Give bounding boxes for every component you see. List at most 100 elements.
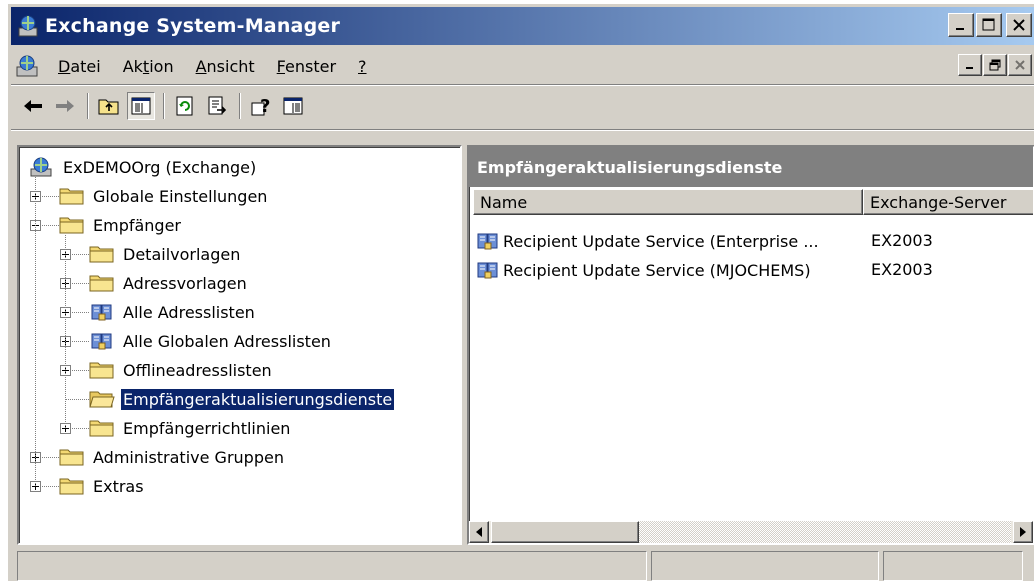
tree-node-label: Adressvorlagen (123, 273, 247, 293)
back-button[interactable] (19, 92, 47, 120)
console-tree[interactable]: ExDEMOOrg (Exchange) Globale Einstellunge… (17, 145, 462, 545)
column-header-name[interactable]: Name (473, 189, 863, 215)
status-panel-main (17, 551, 647, 581)
tree-connector (65, 235, 66, 428)
details-header: Empfängeraktualisierungsdienste (469, 147, 1033, 187)
folder-icon (59, 188, 84, 205)
refresh-button[interactable] (171, 92, 199, 120)
tree-node[interactable]: Alle Adresslisten (89, 298, 257, 326)
column-header-server-label: Exchange-Server (870, 192, 1007, 212)
recipient-update-service-icon (477, 262, 498, 279)
tree-node[interactable]: ExDEMOOrg (Exchange) (29, 153, 258, 181)
back-arrow-icon (24, 100, 42, 112)
forward-button[interactable] (51, 92, 79, 120)
forward-arrow-icon (56, 100, 74, 112)
tree-node-label: Empfänger (93, 215, 182, 235)
menu-label: Datei (58, 56, 101, 76)
menu-label: Ansicht (195, 56, 255, 76)
close-button[interactable] (1006, 13, 1032, 37)
open-folder-icon (89, 391, 115, 408)
title-bar[interactable]: Exchange System-Manager (11, 7, 1034, 45)
menu-fenster[interactable]: Fenster (266, 57, 347, 76)
refresh-icon (176, 96, 193, 116)
mmc-document-icon[interactable] (15, 53, 41, 79)
tree-connector (35, 177, 36, 486)
folder-icon (59, 217, 84, 234)
minimize-icon (966, 67, 973, 69)
restore-icon (989, 59, 1001, 71)
toolbar: ? (11, 87, 1034, 125)
menu-label: ? (358, 56, 367, 76)
list-item-name: Recipient Update Service (MJOCHEMS) (503, 260, 811, 280)
help-icon: ? (251, 96, 270, 117)
help-button[interactable]: ? (247, 92, 275, 120)
toolbar-separator (87, 93, 89, 119)
export-list-button[interactable] (203, 92, 231, 120)
tree-node[interactable]: Empfänger (59, 211, 183, 239)
minimize-button[interactable] (948, 13, 974, 37)
scroll-track[interactable] (639, 521, 1011, 543)
status-panel-2 (651, 551, 879, 581)
close-icon (1015, 60, 1025, 70)
tree-node[interactable]: Empfängeraktualisierungsdienste (89, 385, 396, 413)
up-folder-icon (98, 99, 119, 115)
folder-icon (89, 420, 114, 437)
exchange-app-icon (18, 15, 38, 37)
menu-ansicht[interactable]: Ansicht (185, 57, 266, 76)
maximize-icon (982, 18, 995, 31)
tree-node[interactable]: Globale Einstellungen (59, 182, 269, 210)
exchange-org-icon (30, 157, 52, 177)
tree-node[interactable]: Adressvorlagen (89, 269, 249, 297)
child-restore-button[interactable] (983, 54, 1007, 76)
address-list-icon (91, 304, 112, 321)
folder-icon (89, 362, 114, 379)
scroll-right-button[interactable] (1013, 521, 1033, 543)
tree-node[interactable]: Detailvorlagen (89, 240, 242, 268)
tree-node[interactable]: Extras (59, 472, 146, 500)
show-hide-console-tree-button[interactable] (127, 92, 155, 120)
show-hide-tree-icon (131, 97, 151, 115)
child-minimize-button[interactable] (958, 54, 982, 76)
column-header-exchange-server[interactable]: Exchange-Server (863, 189, 1033, 215)
menu-help[interactable]: ? (347, 57, 378, 76)
list-item-server: EX2003 (871, 231, 933, 250)
horizontal-scrollbar[interactable] (469, 521, 1033, 543)
toolbar-separator (163, 93, 165, 119)
app-window: Exchange System-Manager Datei Aktion Ans… (8, 4, 1034, 581)
action-pane-button[interactable] (279, 92, 307, 120)
tree-node[interactable]: Empfängerrichtlinien (89, 414, 292, 442)
folder-icon (89, 246, 114, 263)
export-list-icon (208, 96, 227, 115)
menu-aktion[interactable]: Aktion (112, 57, 185, 76)
tree-node-label: Offlineadresslisten (123, 360, 272, 380)
scroll-thumb[interactable] (491, 521, 639, 543)
action-pane-icon (283, 97, 303, 115)
tree-node[interactable]: Administrative Gruppen (59, 443, 286, 471)
tree-node-label: Alle Globalen Adresslisten (123, 331, 331, 351)
toolbar-separator-line (11, 129, 1034, 131)
tree-node-label: Administrative Gruppen (93, 447, 284, 467)
maximize-button[interactable] (976, 13, 1002, 37)
recipient-update-service-icon (477, 233, 498, 250)
column-header-name-label: Name (480, 192, 528, 212)
right-arrow-icon (1020, 527, 1026, 537)
tree-node-label: Extras (93, 476, 144, 496)
folder-icon (89, 275, 114, 292)
up-one-level-button[interactable] (95, 92, 123, 120)
list-item[interactable]: Recipient Update Service (MJOCHEMS) (475, 256, 811, 284)
address-list-icon (91, 333, 112, 350)
list-item[interactable]: Recipient Update Service (Enterprise ... (475, 227, 819, 255)
tree-node-label: Empfängerrichtlinien (123, 418, 291, 438)
tree-node[interactable]: Offlineadresslisten (89, 356, 274, 384)
svg-text:?: ? (260, 96, 270, 117)
left-arrow-icon (476, 527, 482, 537)
tree-node-label: Empfängeraktualisierungsdienste (119, 387, 396, 411)
menu-datei[interactable]: Datei (47, 57, 112, 76)
list-item-server: EX2003 (871, 260, 933, 279)
tree-connector (65, 399, 89, 400)
child-close-button[interactable] (1008, 54, 1032, 76)
tree-node[interactable]: Alle Globalen Adresslisten (89, 327, 333, 355)
scroll-left-button[interactable] (469, 521, 489, 543)
status-panel-3 (883, 551, 1023, 581)
menu-separator (11, 84, 1034, 86)
